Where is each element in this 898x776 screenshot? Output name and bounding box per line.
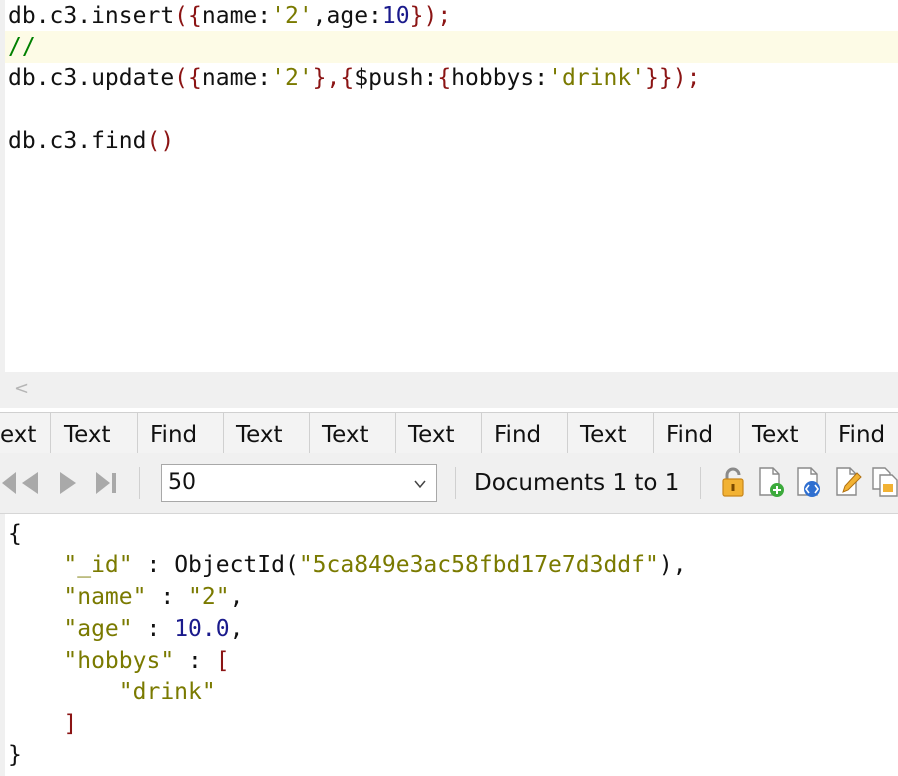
- json-array-open: [: [215, 648, 230, 674]
- tab-5[interactable]: Text: [396, 413, 482, 453]
- json-array-close: ]: [63, 711, 78, 737]
- json-line: }: [8, 739, 22, 771]
- tab-0[interactable]: ext: [0, 413, 51, 453]
- scroll-left-arrow-icon[interactable]: <: [14, 378, 29, 399]
- json-line: {: [8, 518, 22, 550]
- tab-6[interactable]: Find: [482, 413, 568, 453]
- code-token: 'drink': [548, 65, 646, 91]
- code-token: ({: [174, 65, 202, 91]
- code-line-2: //: [5, 31, 898, 63]
- result-viewer[interactable]: { "_id" : ObjectId("5ca849e3ac58fbd17e7d…: [0, 514, 898, 776]
- code-line-5: db.c3.find(): [8, 125, 174, 157]
- tab-2[interactable]: Find: [138, 413, 224, 453]
- code-token: 10: [381, 3, 410, 29]
- json-line: "drink": [8, 676, 216, 708]
- json-value: "2": [188, 584, 230, 610]
- tab-3[interactable]: Text: [224, 413, 310, 453]
- new-document-icon[interactable]: [756, 465, 786, 499]
- previous-page-icon[interactable]: [18, 468, 42, 498]
- code-token: name:: [201, 3, 272, 29]
- toolbar-separator: [455, 467, 456, 499]
- json-line: "age" : 10.0,: [8, 613, 243, 645]
- tab-7[interactable]: Text: [568, 413, 654, 453]
- chevron-down-icon: [414, 480, 426, 489]
- tab-10[interactable]: Find: [826, 413, 898, 453]
- json-key: "_id": [63, 552, 133, 578]
- code-token: ,age:: [312, 3, 382, 29]
- code-token: name:: [201, 65, 272, 91]
- view-document-icon[interactable]: [794, 465, 824, 499]
- code-token: db.c3.update: [8, 65, 175, 91]
- json-value: "drink": [118, 679, 216, 705]
- horizontal-scrollbar[interactable]: <: [0, 372, 898, 408]
- code-token: ({: [174, 3, 202, 29]
- code-token: (): [146, 128, 175, 154]
- json-line: "_id" : ObjectId("5ca849e3ac58fbd17e7d3d…: [8, 549, 687, 581]
- copy-document-icon[interactable]: [870, 465, 898, 499]
- page-size-select[interactable]: 50: [161, 464, 437, 502]
- json-value: 10.0: [174, 616, 230, 642]
- json-comma: ,: [229, 584, 244, 610]
- edit-document-icon[interactable]: [833, 465, 863, 499]
- json-brace-close: }: [8, 742, 22, 768]
- documents-count: Documents 1 to 1: [474, 470, 680, 496]
- code-token: }});: [645, 65, 701, 91]
- last-page-icon[interactable]: [94, 468, 118, 498]
- tab-9[interactable]: Text: [740, 413, 826, 453]
- code-token: hobbys:: [451, 65, 549, 91]
- json-colon: :: [146, 584, 189, 610]
- json-line: "name" : "2",: [8, 581, 243, 613]
- json-value: "5ca849e3ac58fbd17e7d3ddf": [298, 552, 659, 578]
- json-colon: :: [174, 648, 216, 674]
- json-brace-open: {: [8, 521, 22, 547]
- code-line-3: db.c3.update({name:'2'},{$push:{hobbys:'…: [8, 62, 700, 94]
- json-key: "age": [63, 616, 133, 642]
- code-token: },{: [312, 65, 355, 91]
- code-comment: //: [8, 34, 36, 60]
- code-token: $push:: [354, 65, 438, 91]
- tab-8[interactable]: Find: [654, 413, 740, 453]
- next-page-icon[interactable]: [56, 468, 80, 498]
- json-objectid-fn: ObjectId(: [174, 552, 299, 578]
- code-token: '2': [271, 65, 313, 91]
- query-editor[interactable]: db.c3.insert({name:'2',age:10}); // db.c…: [0, 0, 898, 372]
- first-page-icon[interactable]: [0, 468, 18, 498]
- code-token: {: [437, 65, 452, 91]
- lock-icon[interactable]: [718, 465, 748, 499]
- json-colon: :: [132, 552, 175, 578]
- json-line: "hobbys" : [: [8, 645, 230, 677]
- toolbar-separator: [139, 467, 140, 499]
- json-key: "name": [63, 584, 147, 610]
- page-size-value: 50: [168, 470, 196, 495]
- result-tab-bar: ext Text Find Text Text Text Find Text F…: [0, 412, 898, 454]
- code-token: db.c3.insert: [8, 3, 175, 29]
- code-line-1: db.c3.insert({name:'2',age:10});: [8, 0, 451, 32]
- tab-4[interactable]: Text: [310, 413, 396, 453]
- json-line: ]: [8, 708, 77, 740]
- code-token: db.c3.find: [8, 128, 147, 154]
- result-gutter: [0, 514, 5, 776]
- tab-1[interactable]: Text: [52, 413, 138, 453]
- json-key: "hobbys": [63, 648, 175, 674]
- json-comma: ,: [229, 616, 244, 642]
- json-paren-close: ),: [658, 552, 687, 578]
- code-token: '2': [271, 3, 313, 29]
- toolbar-separator: [700, 467, 701, 499]
- json-colon: :: [132, 616, 175, 642]
- result-toolbar: 50 Documents 1 to 1: [0, 453, 898, 514]
- code-token: });: [409, 3, 452, 29]
